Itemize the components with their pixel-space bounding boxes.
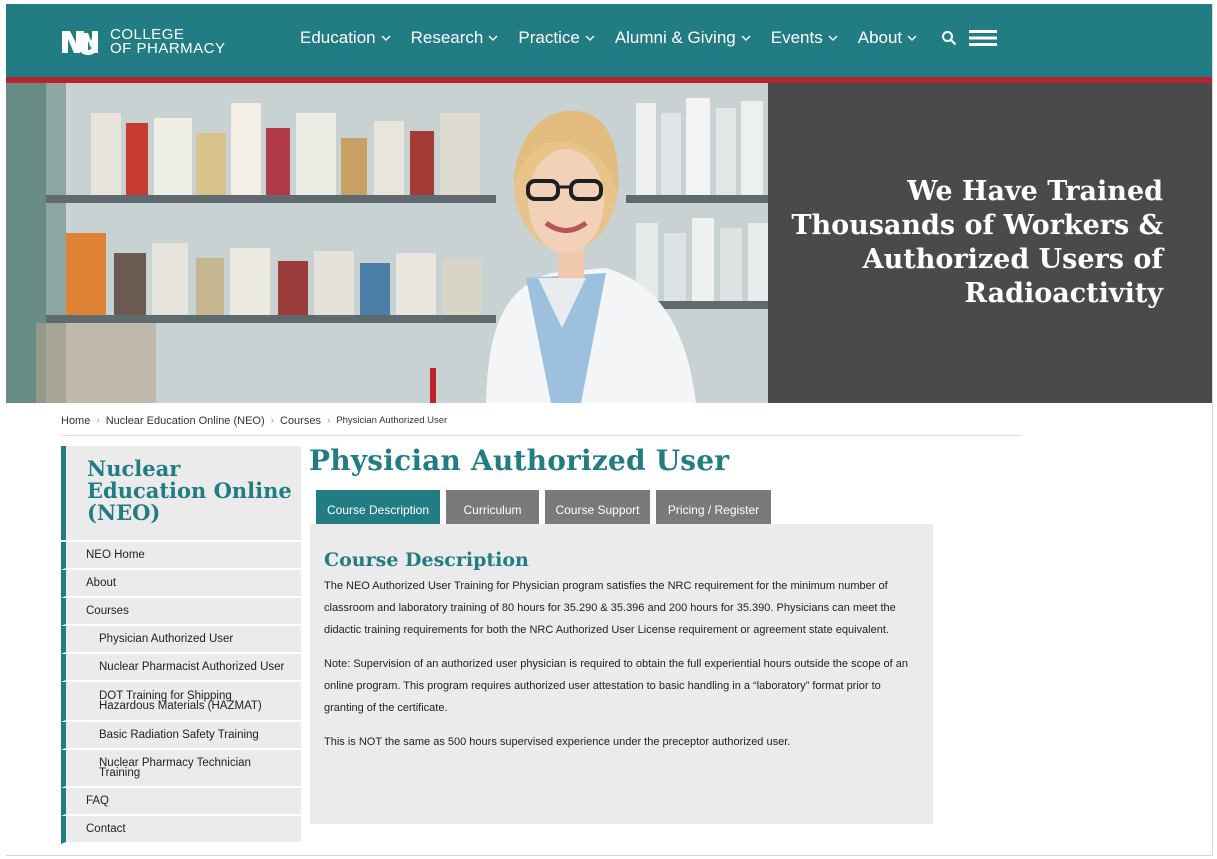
nav-label: Research <box>410 28 484 47</box>
breadcrumb-neo[interactable]: Nuclear Education Online (NEO) <box>106 415 265 427</box>
nav-education[interactable]: Education <box>300 28 391 48</box>
chevron-down-icon <box>907 35 917 41</box>
nav-label: Education <box>300 28 376 47</box>
sidebar-item-label: Physician Authorized User <box>99 633 234 645</box>
breadcrumb-home[interactable]: Home <box>61 415 90 427</box>
chevron-down-icon <box>741 35 751 41</box>
hero-text-panel: We Have Trained Thousands of Workers & A… <box>768 83 1212 403</box>
sidebar: Nuclear Education Online (NEO) NEO Home … <box>61 446 301 855</box>
nav-label: Practice <box>518 28 580 47</box>
sidebar-header: Nuclear Education Online (NEO) <box>61 446 301 540</box>
sidebar-item-faq[interactable]: FAQ <box>61 788 301 816</box>
sidebar-item-label: About <box>86 577 117 589</box>
sidebar-item-physician-authorized-user[interactable]: Physician Authorized User <box>61 626 301 654</box>
sidebar-item-label: Nuclear Pharmacist Authorized User <box>99 661 285 673</box>
page-frame: COLLEGE OF PHARMACY Education Research P… <box>6 4 1213 856</box>
pharmacist-photo <box>6 83 768 403</box>
panel-heading: Course Description <box>324 549 529 571</box>
sidebar-item-neo-home[interactable]: NEO Home <box>61 542 301 570</box>
breadcrumb-separator-icon: › <box>96 415 100 426</box>
breadcrumb-separator-icon: › <box>326 415 331 426</box>
site-header: COLLEGE OF PHARMACY Education Research P… <box>6 4 1212 77</box>
hamburger-menu-icon[interactable] <box>969 28 998 48</box>
sidebar-item-basic-radiation-safety[interactable]: Basic Radiation Safety Training <box>61 722 301 750</box>
nav-events[interactable]: Events <box>771 28 838 48</box>
nav-label: Alumni & Giving <box>614 28 736 47</box>
hero-heading: We Have Trained Thousands of Workers & A… <box>791 176 1163 309</box>
sidebar-item-dot-hazmat[interactable]: DOT Training for Shipping Hazardous Mate… <box>61 682 301 722</box>
sidebar-item-label: NEO Home <box>86 549 145 561</box>
pharmacy-shelves-illustration <box>6 83 768 403</box>
nav-research[interactable]: Research <box>411 28 499 48</box>
chevron-down-icon <box>828 35 838 41</box>
sidebar-item-label: Basic Radiation Safety Training <box>99 729 259 741</box>
sidebar-item-nuclear-pharmacist[interactable]: Nuclear Pharmacist Authorized User <box>61 654 301 682</box>
logo-line-2: OF PHARMACY <box>110 40 226 57</box>
nav-label: Events <box>770 28 823 47</box>
main-nav: Education Research Practice Alumni & Giv… <box>300 28 998 48</box>
hero-banner: We Have Trained Thousands of Workers & A… <box>6 83 1212 403</box>
sidebar-item-label: Nuclear Pharmacy Technician Training <box>99 757 251 779</box>
breadcrumb-separator-icon: › <box>270 415 274 426</box>
paragraph-disclaimer: This is NOT the same as 500 hours superv… <box>324 736 791 748</box>
chevron-down-icon <box>381 35 391 41</box>
breadcrumb: Home › Nuclear Education Online (NEO) › … <box>61 412 1021 436</box>
sidebar-item-pharmacy-technician[interactable]: Nuclear Pharmacy Technician Training <box>61 750 301 788</box>
unm-logo-icon <box>62 31 98 55</box>
sidebar-title: Nuclear Education Online (NEO) <box>87 456 292 525</box>
sidebar-item-about[interactable]: About <box>61 570 301 598</box>
sidebar-nav: NEO Home About Courses Physician Authori… <box>61 542 301 844</box>
breadcrumb-current: Physician Authorized User <box>336 415 448 426</box>
chevron-down-icon <box>488 35 498 41</box>
tab-panel-course-description: Course Description The NEO Authorized Us… <box>310 524 933 824</box>
sidebar-item-label: DOT Training for Shipping Hazardous Mate… <box>99 690 262 712</box>
sidebar-item-label: FAQ <box>86 795 110 807</box>
nav-label: About <box>857 28 903 47</box>
sidebar-item-contact[interactable]: Contact <box>61 816 301 844</box>
breadcrumb-courses[interactable]: Courses <box>280 415 321 427</box>
nav-about[interactable]: About <box>858 28 917 48</box>
logo-text: COLLEGE OF PHARMACY <box>110 27 226 57</box>
unm-logo[interactable]: COLLEGE OF PHARMACY <box>60 26 226 58</box>
sidebar-item-courses[interactable]: Courses <box>61 598 301 626</box>
paragraph-overview: The NEO Authorized User Training for Phy… <box>324 580 896 636</box>
sidebar-item-label: Courses <box>86 605 129 617</box>
search-icon[interactable] <box>941 30 957 46</box>
nav-practice[interactable]: Practice <box>518 28 595 48</box>
sidebar-item-label: Contact <box>86 823 126 835</box>
chevron-down-icon <box>585 35 595 41</box>
nav-alumni-giving[interactable]: Alumni & Giving <box>615 28 751 48</box>
page-title: Physician Authorized User <box>309 444 730 477</box>
paragraph-note: Note: Supervision of an authorized user … <box>324 658 908 714</box>
